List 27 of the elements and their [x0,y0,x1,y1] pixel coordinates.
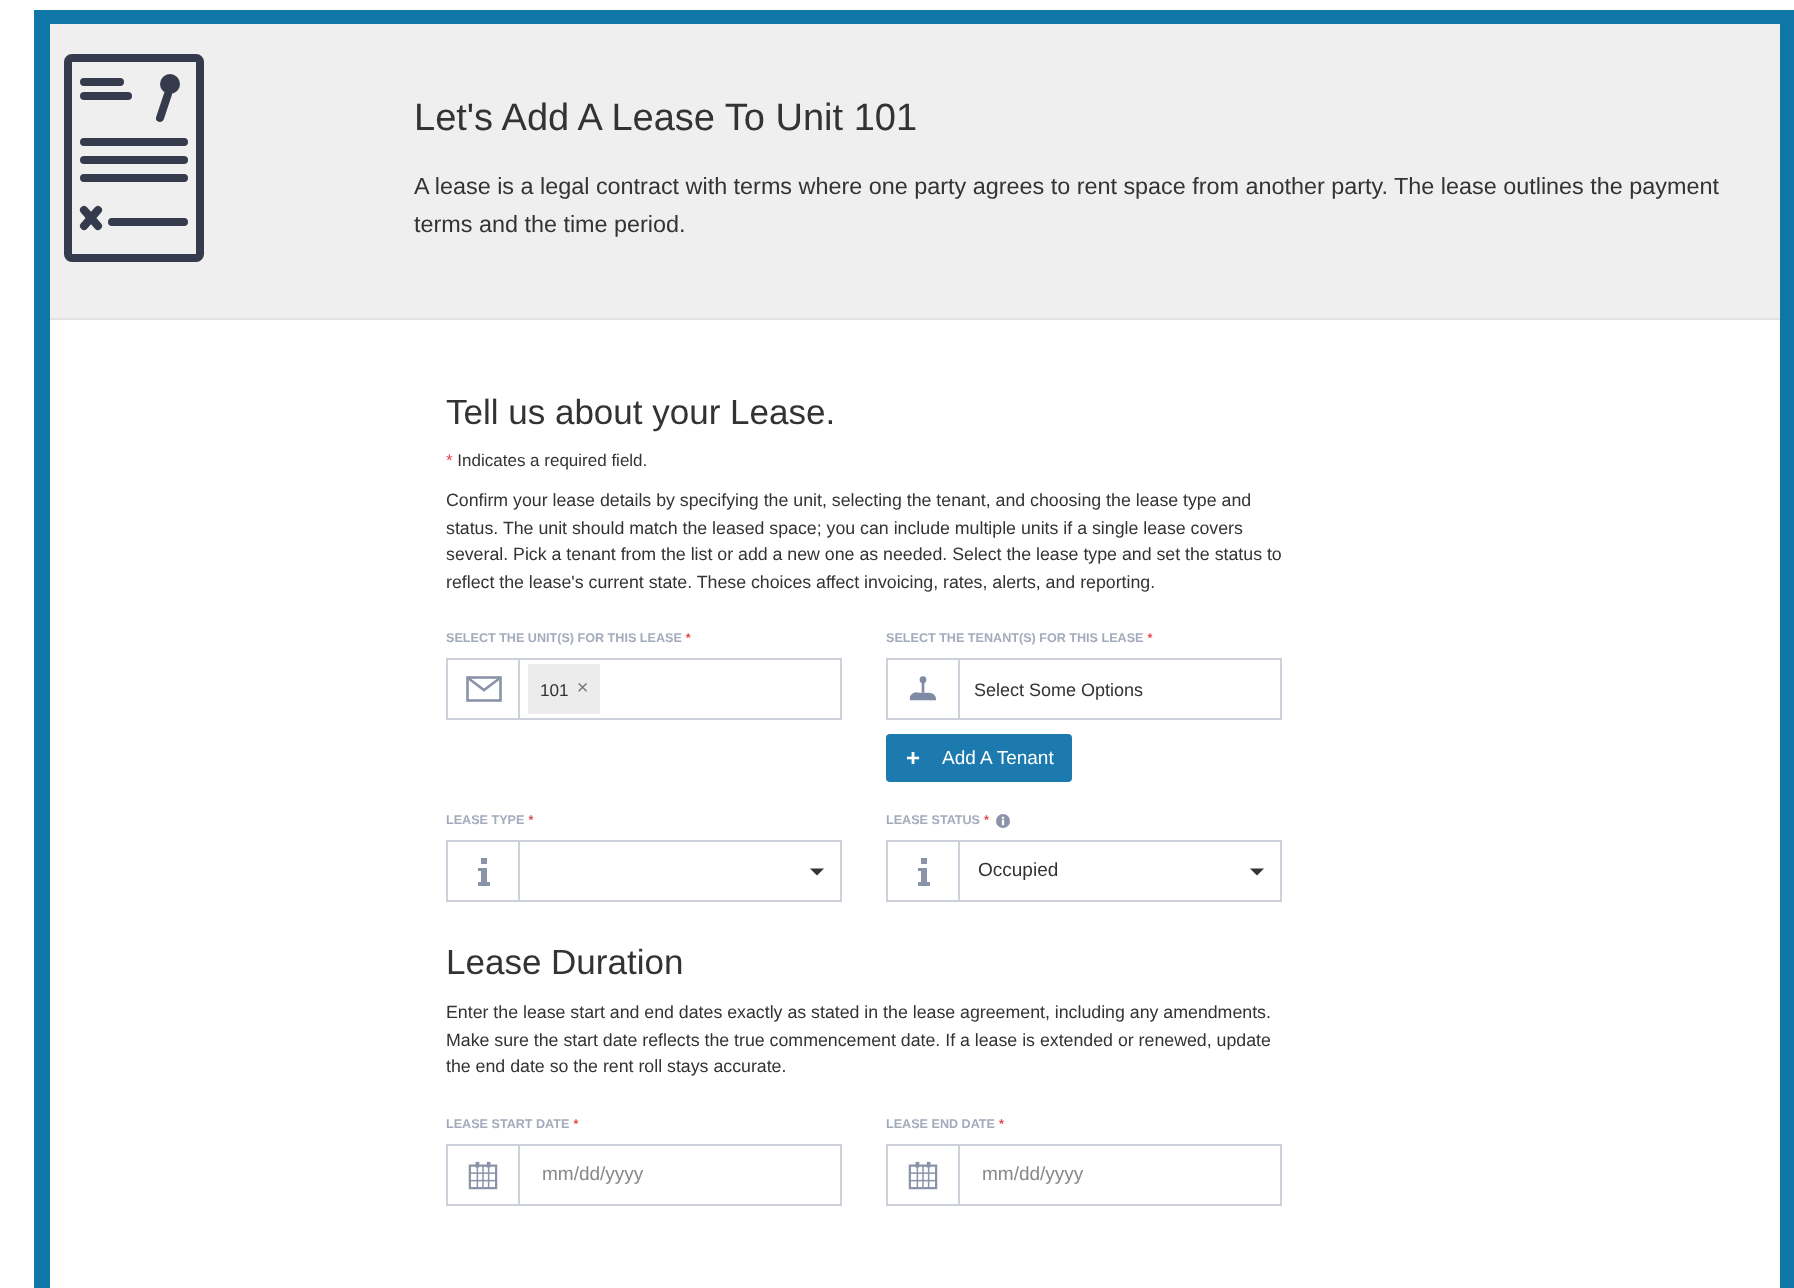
section-description: Confirm your lease details by specifying the unit, selecting the tenant, and choosing the lease type and status. The unit should match the leased space; you can include multiple units if a single lease covers several. Pick a tenant from the list or add a new one as needed. Select the lease type and set the status to reflect the lease's current state. These choices affect invoicing, rates, alerts, and reporting. [446,488,1282,596]
select-field[interactable] [446,840,842,902]
info-icon[interactable] [996,814,1011,828]
placeholder-text: Select Some Options [974,679,1144,699]
caret-icon [1250,867,1264,875]
calendar-icon [468,1159,498,1189]
page-description: A lease is a legal contract with terms where one party agrees to rent space from another party. The lease outlines the payment terms and the time period. [414,172,1721,242]
select-field[interactable]: Occupied [886,840,1282,902]
lease-document-icon [64,54,204,262]
remove-tag-button[interactable]: × [576,678,589,700]
date-field[interactable]: mm/dd/yyyy [446,1143,842,1205]
tag-text: 101 [540,679,569,699]
info-icon [917,857,929,885]
date-field[interactable]: mm/dd/yyyy [886,1143,1282,1205]
add-tenant-button[interactable]: + Add A Tenant [886,734,1072,782]
page-title: Let's Add A Lease To Unit 101 [414,98,920,142]
info-icon [477,857,489,885]
required-note: * Indicates a required field. [446,450,650,470]
multiselect-field[interactable]: 101 × [446,658,842,720]
section-heading: Lease Duration [446,942,686,984]
section-description: Enter the lease start and end dates exactly as stated in the lease agreement, including any amendments. Make sure the start date reflects the true commencement date. If a lease is extended or renewed, update the end date so the rent roll stays accurate. [446,1000,1273,1080]
section-heading: Tell us about your Lease. [446,392,838,434]
calendar-icon [908,1159,938,1189]
envelope-icon [465,676,501,702]
caret-icon [810,867,824,875]
multiselect-field[interactable]: Select Some Options [886,658,1282,720]
select-value: Occupied [978,860,1059,882]
